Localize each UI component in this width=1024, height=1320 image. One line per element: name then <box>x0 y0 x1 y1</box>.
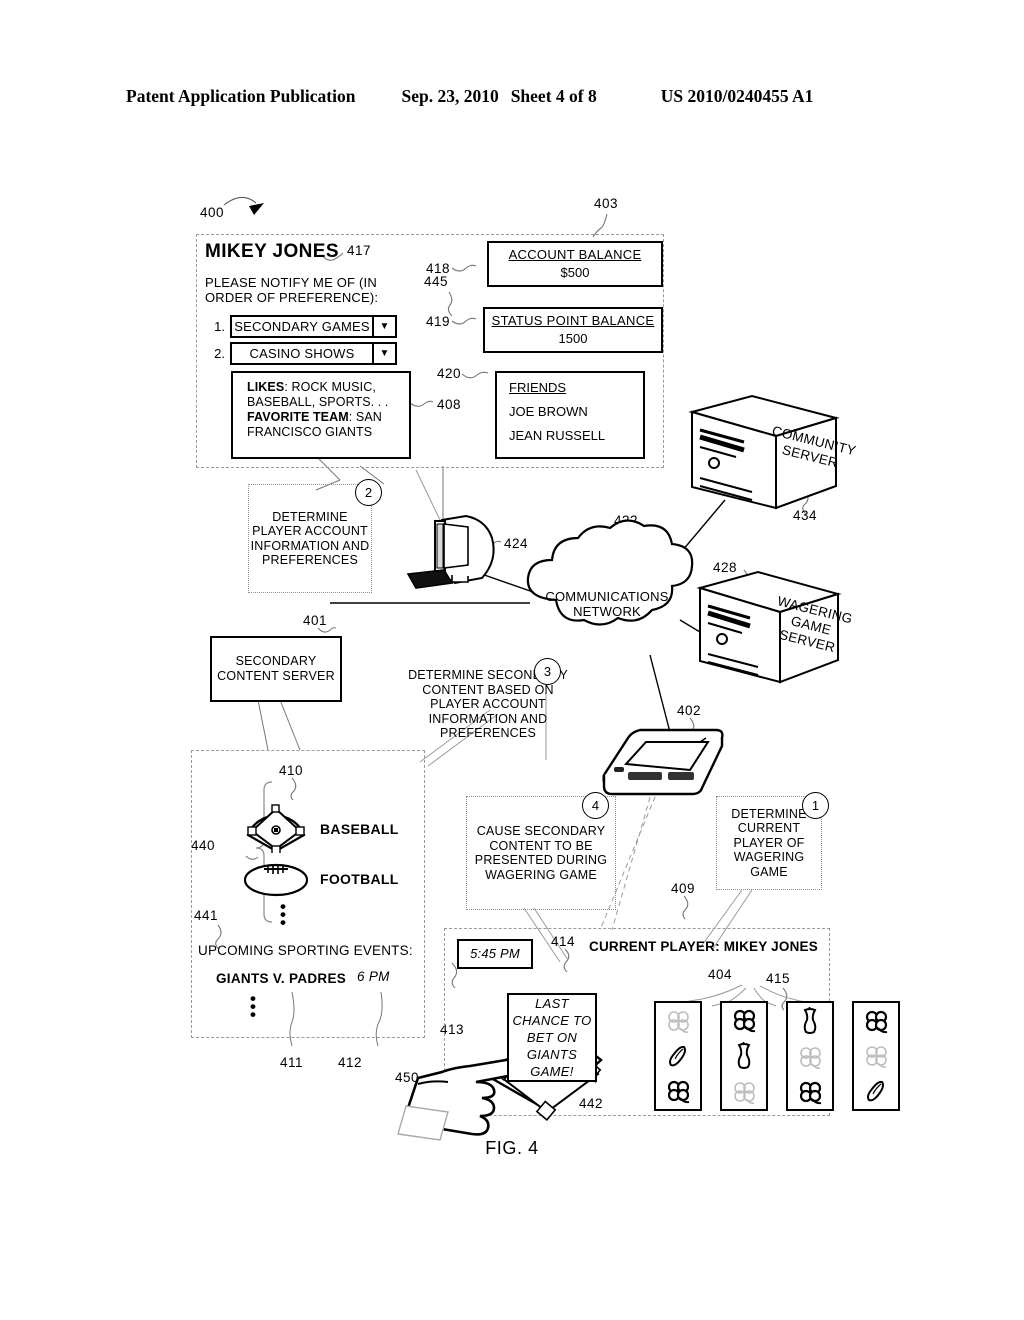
step-2-text: DETERMINE PLAYER ACCOUNT INFORMATION AND… <box>250 509 370 568</box>
wagering-game-server-label: WAGERING GAME SERVER <box>752 589 870 662</box>
community-server-label: COMMUNITY SERVER <box>750 419 874 479</box>
clover-icon-3 <box>799 1081 822 1104</box>
profile-text: LIKES: ROCK MUSIC, BASEBALL, SPORTS. . .… <box>233 373 409 446</box>
chevron-down-icon-2[interactable]: ▼ <box>372 344 395 363</box>
step-3-number: 3 <box>534 658 561 685</box>
baseball-diamond-icon <box>246 804 306 853</box>
ref-409: 409 <box>671 881 696 896</box>
secondary-message-box: LAST CHANCE TO BET ON GIANTS GAME! <box>507 993 597 1082</box>
ref-412: 412 <box>338 1055 363 1070</box>
secondary-content-region: BASEBALL FOOTBALL • • • UPCOMING SPORTING … <box>191 750 425 1038</box>
status-points-value: 1500 <box>558 331 588 346</box>
category-label-baseball: BASEBALL <box>320 821 399 837</box>
clover-icon <box>667 1081 690 1104</box>
ref-422: 422 <box>614 513 639 528</box>
connector-lines <box>215 196 823 1110</box>
preference-select-2[interactable]: CASINO SHOWS ▼ <box>230 342 397 365</box>
preference-row-1[interactable]: 1. SECONDARY GAMES ▼ <box>207 315 397 338</box>
step-2-box: DETERMINE PLAYER ACCOUNT INFORMATION AND… <box>248 484 372 593</box>
secondary-message-text: LAST CHANCE TO BET ON GIANTS GAME! <box>512 996 592 1079</box>
category-label-football: FOOTBALL <box>320 871 399 887</box>
chevron-down-icon[interactable]: ▼ <box>372 317 395 336</box>
account-balance-title: ACCOUNT BALANCE <box>508 247 642 262</box>
ref-434: 434 <box>793 508 818 523</box>
status-point-balance-box: STATUS POINT BALANCE 1500 <box>483 307 663 353</box>
network-label-text: COMMUNICATIONS NETWORK <box>545 589 669 619</box>
reel-1[interactable] <box>654 1001 702 1111</box>
network-label: COMMUNICATIONS NETWORK <box>527 589 687 619</box>
account-balance-value: $500 <box>560 265 590 280</box>
step-4-text: CAUSE SECONDARY CONTENT TO BE PRESENTED … <box>474 824 608 882</box>
step-4-number: 4 <box>582 792 609 819</box>
clover-icon-4 <box>865 1010 888 1033</box>
preference-index-1: 1. <box>214 319 225 334</box>
ref-403: 403 <box>594 196 619 211</box>
reel-4[interactable] <box>852 1001 900 1111</box>
step-2-number: 2 <box>355 479 382 506</box>
carrot-icon-2 <box>867 1081 884 1102</box>
notify-prompt: PLEASE NOTIFY ME OF (IN ORDER OF PREFERE… <box>205 275 379 305</box>
sheet-number: Sheet 4 of 8 <box>510 86 597 106</box>
step-1-text: DETERMINE CURRENT PLAYER OF WAGERING GAM… <box>731 806 807 879</box>
ref-411: 411 <box>280 1055 304 1070</box>
communications-network-cloud <box>526 519 694 626</box>
ref-424: 424 <box>504 536 529 551</box>
workstation-icon <box>406 514 495 589</box>
ref-450: 450 <box>395 1070 420 1085</box>
ref-401: 401 <box>303 613 328 628</box>
ref-428: 428 <box>713 560 738 575</box>
team-label: FAVORITE TEAM <box>247 410 349 424</box>
player-profile-box: LIKES: ROCK MUSIC, BASEBALL, SPORTS. . .… <box>231 371 411 459</box>
secondary-content-server-label: SECONDARY CONTENT SERVER <box>217 654 335 683</box>
preference-select-1[interactable]: SECONDARY GAMES ▼ <box>230 315 397 338</box>
clover-icon-2 <box>733 1010 756 1033</box>
events-ellipsis: • • • <box>250 989 256 1024</box>
preference-value-1: SECONDARY GAMES <box>234 319 370 334</box>
wagering-game-region: 5:45 PM CURRENT PLAYER: MIKEY JONES <box>444 928 900 1116</box>
events-heading: UPCOMING SPORTING EVENTS: <box>198 943 413 958</box>
step-1-number: 1 <box>802 792 829 819</box>
patent-number: US 2010/0240455 A1 <box>660 86 814 106</box>
friends-title: FRIENDS <box>509 380 567 395</box>
current-player-label: CURRENT PLAYER: MIKEY JONES <box>589 939 818 954</box>
status-points-title: STATUS POINT BALANCE <box>491 313 655 328</box>
page-header: Patent Application Publication Sep. 23, … <box>0 86 1024 107</box>
reel-3[interactable] <box>786 1001 834 1111</box>
preference-row-2[interactable]: 2. CASINO SHOWS ▼ <box>207 342 397 365</box>
handheld-device-icon <box>602 728 724 796</box>
wagering-game-server-icon <box>696 570 842 684</box>
player-name: MIKEY JONES <box>205 241 339 262</box>
apple-core-icon-2 <box>803 1007 817 1035</box>
secondary-content-server-box: SECONDARY CONTENT SERVER <box>210 636 342 702</box>
figure-caption: FIG. 4 <box>485 1138 539 1158</box>
carrot-icon <box>669 1045 686 1067</box>
clock-display: 5:45 PM <box>457 939 533 969</box>
event-name: GIANTS V. PADRES <box>216 971 347 986</box>
friend-name-1: JOE BROWN <box>509 404 588 419</box>
publication-date: Sep. 23, 2010 <box>401 86 499 106</box>
apple-core-icon <box>737 1041 751 1069</box>
friends-box: FRIENDS JOE BROWN JEAN RUSSELL <box>495 371 645 459</box>
clover-faint-icon-4 <box>866 1046 887 1068</box>
preference-value-2: CASINO SHOWS <box>249 346 355 361</box>
event-time: 6 PM <box>357 969 390 984</box>
ref-400: 400 <box>200 205 225 220</box>
ref-402: 402 <box>677 703 702 718</box>
preference-index-2: 2. <box>214 346 225 361</box>
clover-faint-icon-3 <box>800 1047 821 1069</box>
player-account-panel: MIKEY JONES PLEASE NOTIFY ME OF (IN ORDE… <box>196 234 664 468</box>
reel-2[interactable] <box>720 1001 768 1111</box>
football-icon <box>244 863 308 897</box>
clover-faint-icon-2 <box>734 1081 755 1104</box>
publication-title: Patent Application Publication <box>126 86 356 106</box>
category-ellipsis: • • • <box>280 897 286 932</box>
likes-label: LIKES <box>247 380 285 394</box>
secondary-content-overlay <box>397 1026 603 1141</box>
clover-faint-icon <box>668 1010 689 1033</box>
community-server-icon <box>688 394 840 510</box>
friend-name-2: JEAN RUSSELL <box>509 428 606 443</box>
account-balance-box: ACCOUNT BALANCE $500 <box>487 241 663 287</box>
